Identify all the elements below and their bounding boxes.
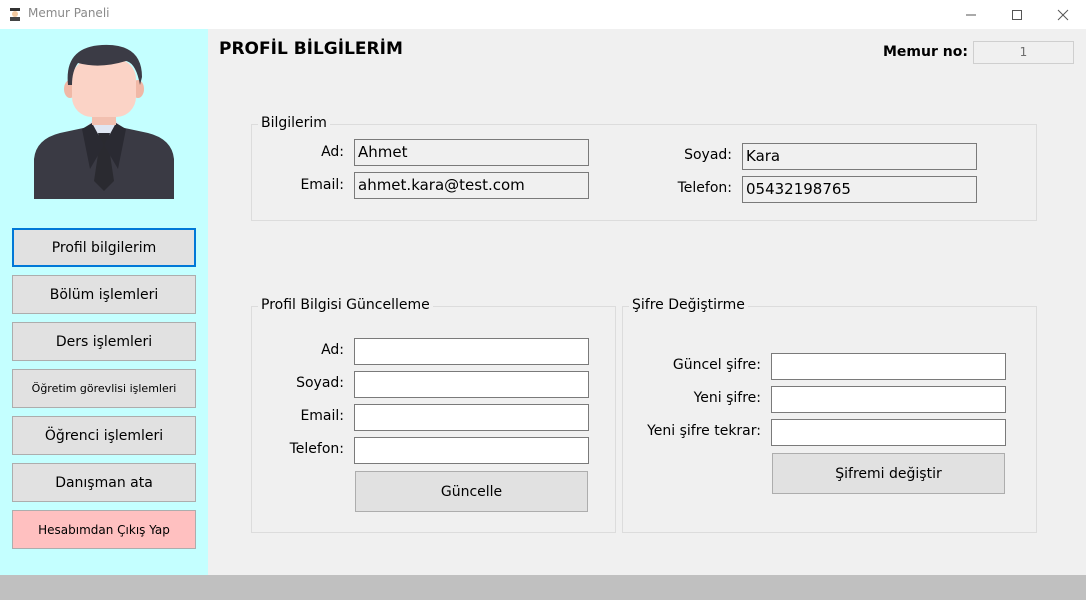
bottom-bar: [0, 575, 1086, 600]
logout-label: Hesabımdan Çıkış Yap: [38, 522, 170, 537]
maximize-button[interactable]: [994, 0, 1040, 29]
sidebar-item-bolum[interactable]: Bölüm işlemleri: [12, 275, 196, 314]
update-email-input[interactable]: [354, 404, 589, 431]
sidebar-item-label: Danışman ata: [55, 474, 153, 491]
sidebar-item-ders[interactable]: Ders işlemleri: [12, 322, 196, 361]
repeat-password-label: Yeni şifre tekrar:: [647, 423, 761, 439]
update-legend: Profil Bilgisi Güncelleme: [258, 297, 433, 313]
info-soyad-label: Soyad:: [684, 147, 732, 163]
current-password-input[interactable]: [771, 353, 1006, 380]
info-email-label: Email:: [300, 177, 344, 193]
close-icon: [1057, 9, 1069, 20]
user-avatar: [34, 44, 174, 199]
memur-no-label: Memur no:: [883, 44, 968, 60]
info-telefon-value: 05432198765: [742, 176, 977, 203]
logout-button[interactable]: Hesabımdan Çıkış Yap: [12, 510, 196, 549]
minimize-button[interactable]: [948, 0, 994, 29]
sidebar-item-label: Ders işlemleri: [55, 333, 153, 350]
change-password-button[interactable]: Şifremi değiştir: [772, 453, 1005, 494]
page-title: PROFİL BİLGİLERİM: [219, 39, 403, 59]
update-telefon-label: Telefon:: [289, 441, 344, 457]
info-soyad-value: Kara: [742, 143, 977, 170]
new-password-input[interactable]: [771, 386, 1006, 413]
minimize-icon: [966, 14, 976, 15]
update-ad-label: Ad:: [321, 342, 344, 358]
update-button-label: Güncelle: [440, 483, 503, 500]
password-legend: Şifre Değiştirme: [629, 297, 748, 313]
info-email-value: ahmet.kara@test.com: [354, 172, 589, 199]
maximize-icon: [1012, 9, 1022, 20]
title-bar: Memur Paneli: [0, 0, 1086, 29]
password-group: Şifre Değiştirme Güncel şifre: Yeni şifr…: [622, 297, 1037, 533]
update-soyad-label: Soyad:: [296, 375, 344, 391]
info-legend: Bilgilerim: [258, 115, 330, 131]
app-icon: [10, 8, 20, 21]
sidebar-item-profil[interactable]: Profil bilgilerim: [12, 228, 196, 267]
sidebar-item-label: Bölüm işlemleri: [49, 286, 159, 303]
current-password-label: Güncel şifre:: [672, 357, 761, 373]
repeat-password-input[interactable]: [771, 419, 1006, 446]
update-group: Profil Bilgisi Güncelleme Ad: Soyad: Ema…: [251, 297, 616, 533]
main-panel: PROFİL BİLGİLERİM Memur no: 1 Bilgilerim…: [208, 29, 1086, 575]
sidebar: Profil bilgilerim Bölüm işlemleri Ders i…: [0, 29, 208, 575]
memur-no-field: 1: [973, 41, 1074, 64]
info-ad-value: Ahmet: [354, 139, 589, 166]
info-group: Bilgilerim Ad: Ahmet Email: ahmet.kara@t…: [251, 115, 1037, 221]
change-password-label: Şifremi değiştir: [835, 465, 942, 482]
update-soyad-input[interactable]: [354, 371, 589, 398]
window-title: Memur Paneli: [28, 6, 110, 20]
update-email-label: Email:: [300, 408, 344, 424]
update-button[interactable]: Güncelle: [355, 471, 588, 512]
info-ad-label: Ad:: [321, 144, 344, 160]
info-telefon-label: Telefon:: [677, 180, 732, 196]
close-button[interactable]: [1040, 0, 1086, 29]
sidebar-item-label: Profil bilgilerim: [51, 239, 157, 256]
sidebar-item-label: Öğrenci işlemleri: [44, 427, 164, 444]
sidebar-item-ogretim-gorevlisi[interactable]: Öğretim görevlisi işlemleri: [12, 369, 196, 408]
update-ad-input[interactable]: [354, 338, 589, 365]
new-password-label: Yeni şifre:: [693, 390, 761, 406]
sidebar-item-danisman[interactable]: Danışman ata: [12, 463, 196, 502]
sidebar-item-ogrenci[interactable]: Öğrenci işlemleri: [12, 416, 196, 455]
update-telefon-input[interactable]: [354, 437, 589, 464]
sidebar-item-label: Öğretim görevlisi işlemleri: [31, 382, 177, 395]
